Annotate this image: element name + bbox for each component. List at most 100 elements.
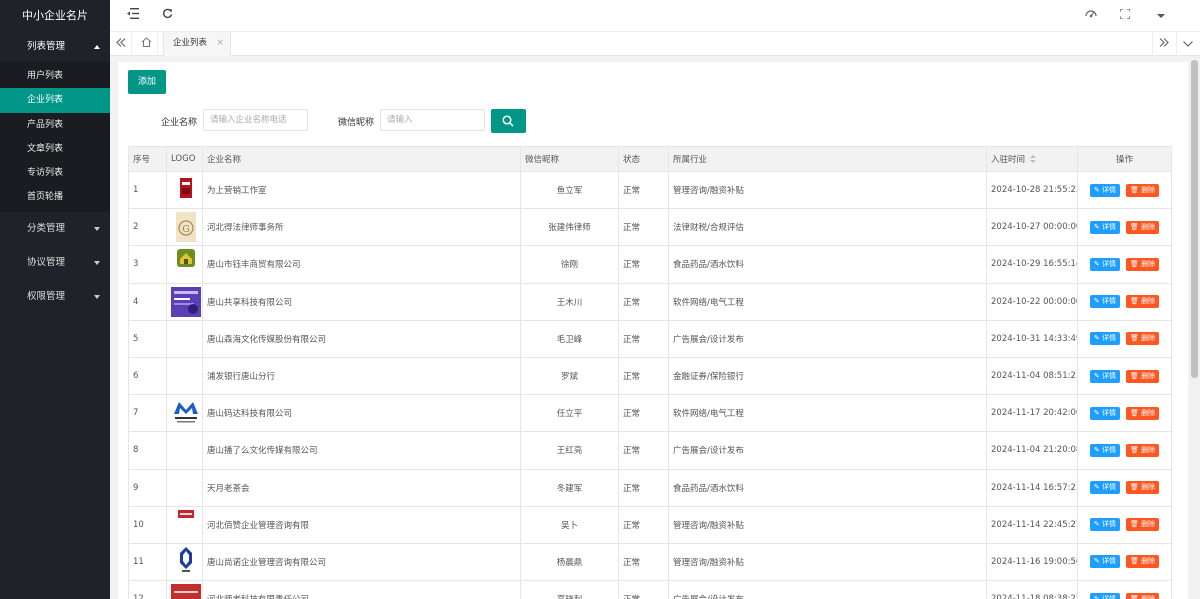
delete-button[interactable]: 🗑 删除: [1125, 443, 1160, 457]
cell-industry: 广告展会/设计发布: [668, 319, 987, 358]
tab-companies[interactable]: 企业列表 ×: [163, 32, 231, 56]
cell-company-name: 唐山码达科技有限公司: [202, 394, 521, 433]
company-name-input[interactable]: [203, 109, 308, 131]
cell-logo: [166, 356, 203, 396]
vertical-scrollbar[interactable]: [1189, 56, 1200, 599]
sidebar-item-interviews[interactable]: 专访列表: [0, 161, 110, 185]
top-header: [110, 0, 1200, 32]
cell-status: 正常: [618, 319, 669, 358]
delete-button[interactable]: 🗑 删除: [1125, 295, 1160, 309]
sidebar-item-carousel[interactable]: 首页轮播: [0, 185, 110, 209]
search-button[interactable]: [491, 109, 526, 133]
menu-group-agreements[interactable]: 协议管理: [0, 246, 110, 280]
svg-text:G: G: [182, 225, 189, 235]
sidebar-item-articles[interactable]: 文章列表: [0, 137, 110, 161]
cell-no: 7: [128, 394, 167, 433]
delete-button[interactable]: 🗑 删除: [1125, 406, 1160, 420]
delete-button[interactable]: 🗑 删除: [1125, 518, 1160, 532]
delete-button[interactable]: 🗑 删除: [1125, 369, 1160, 383]
delete-button[interactable]: 🗑 删除: [1125, 555, 1160, 569]
fullscreen-icon[interactable]: [1118, 8, 1132, 22]
add-button[interactable]: 添加: [128, 70, 166, 94]
detail-button[interactable]: ✎ 详情: [1089, 555, 1120, 569]
table-row: 11 唐山尚诺企业管理咨询有限公司 杨晨鼎 正常 管理咨询/融资补贴 2024-…: [128, 542, 1172, 582]
cell-status: 正常: [618, 505, 669, 544]
sidebar-item-products[interactable]: 产品列表: [0, 113, 110, 137]
sidebar: 中小企业名片 列表管理 用户列表 企业列表 产品列表 文章列表 专访列表 首页轮…: [0, 0, 110, 599]
delete-button[interactable]: 🗑 删除: [1125, 332, 1160, 346]
table-row: 2 G 河北得法律师事务所 张建伟律师 正常 法律财税/合规评估 2024-10…: [128, 208, 1172, 247]
cell-actions: ✎ 详情 🗑 删除: [1077, 282, 1172, 321]
scrollbar-thumb[interactable]: [1191, 60, 1198, 378]
delete-button[interactable]: 🗑 删除: [1125, 481, 1160, 495]
tabs-menu-chevron-down-icon[interactable]: [1176, 32, 1198, 56]
cell-industry: 法律财税/合规评估: [668, 208, 987, 247]
cell-company-name: 唐山森海文化传媒股份有限公司: [202, 319, 521, 358]
refresh-icon[interactable]: [160, 8, 174, 22]
cell-industry: 食品药品/酒水饮料: [668, 245, 987, 284]
cell-logo: [166, 170, 203, 210]
cell-actions: ✎ 详情 🗑 删除: [1077, 580, 1172, 599]
cell-logo: [166, 245, 203, 284]
cell-logo: [166, 505, 203, 544]
cell-wechat: 吴卜: [520, 505, 619, 544]
home-icon[interactable]: [136, 32, 158, 56]
sidebar-item-companies[interactable]: 企业列表: [0, 88, 110, 113]
detail-button[interactable]: ✎ 详情: [1089, 369, 1120, 383]
detail-button[interactable]: ✎ 详情: [1089, 295, 1120, 309]
cell-no: 12: [128, 580, 167, 599]
cell-wechat: 王木川: [520, 282, 619, 321]
cell-status: 正常: [618, 170, 669, 210]
submenu: 用户列表 企业列表 产品列表 文章列表 专访列表 首页轮播: [0, 62, 110, 212]
cell-join-time: 2024-11-14 16:57:21: [986, 468, 1078, 507]
tabs-bar: 企业列表 ×: [110, 32, 1200, 56]
menu-group-list-management[interactable]: 列表管理: [0, 32, 110, 62]
dropdown-icon[interactable]: [1154, 8, 1168, 22]
detail-button[interactable]: ✎ 详情: [1089, 332, 1120, 346]
detail-button[interactable]: ✎ 详情: [1089, 406, 1120, 420]
cell-wechat: 王红亮: [520, 431, 619, 470]
cell-company-name: 唐山市钰丰商贸有限公司: [202, 245, 521, 284]
wechat-nickname-input[interactable]: [380, 109, 485, 131]
cell-actions: ✎ 详情 🗑 删除: [1077, 468, 1172, 507]
theme-icon[interactable]: [1084, 8, 1098, 22]
tabs-scroll-right-icon[interactable]: [1152, 32, 1174, 56]
delete-button[interactable]: 🗑 删除: [1125, 183, 1160, 197]
cell-status: 正常: [618, 245, 669, 284]
cell-join-time: 2024-11-17 20:42:06: [986, 394, 1078, 433]
sidebar-item-users[interactable]: 用户列表: [0, 64, 110, 88]
table-row: 3 唐山市钰丰商贸有限公司 徐刚 正常 食品药品/酒水饮料 2024-10-29…: [128, 245, 1172, 284]
table-header-row: 序号 LOGO 企业名称 微信昵称 状态 所属行业 入驻时间 操作: [128, 146, 1172, 172]
delete-button[interactable]: 🗑 删除: [1125, 257, 1160, 271]
menu-group-categories[interactable]: 分类管理: [0, 212, 110, 246]
cell-no: 3: [128, 245, 167, 284]
caret-down-icon: [94, 294, 100, 299]
detail-button[interactable]: ✎ 详情: [1089, 257, 1120, 271]
caret-down-icon: [94, 260, 100, 265]
cell-wechat: 鱼立军: [520, 170, 619, 210]
delete-button[interactable]: 🗑 删除: [1125, 592, 1160, 599]
company-logo: [171, 175, 201, 205]
menu-group-permissions[interactable]: 权限管理: [0, 280, 110, 314]
cell-industry: 软件网络/电气工程: [668, 394, 987, 433]
detail-button[interactable]: ✎ 详情: [1089, 220, 1120, 234]
cell-actions: ✎ 详情 🗑 删除: [1077, 356, 1172, 396]
column-header: 操作: [1077, 146, 1172, 172]
detail-button[interactable]: ✎ 详情: [1089, 183, 1120, 197]
detail-button[interactable]: ✎ 详情: [1089, 481, 1120, 495]
detail-button[interactable]: ✎ 详情: [1089, 592, 1120, 599]
cell-wechat: 毛卫峰: [520, 319, 619, 358]
close-icon[interactable]: ×: [216, 32, 224, 54]
delete-button[interactable]: 🗑 删除: [1125, 220, 1160, 234]
menu-fold-icon[interactable]: [126, 8, 140, 22]
column-header: LOGO: [166, 146, 203, 172]
cell-wechat: 冬建军: [520, 468, 619, 507]
sort-icon[interactable]: [1030, 155, 1037, 164]
detail-button[interactable]: ✎ 详情: [1089, 518, 1120, 532]
cell-logo: [166, 282, 203, 321]
company-logo: G: [171, 212, 201, 243]
detail-button[interactable]: ✎ 详情: [1089, 443, 1120, 457]
cell-join-time: 2024-10-27 00:00:00: [986, 208, 1078, 247]
tabs-scroll-left-icon[interactable]: [110, 32, 132, 56]
column-header-sortable[interactable]: 入驻时间: [986, 146, 1078, 172]
